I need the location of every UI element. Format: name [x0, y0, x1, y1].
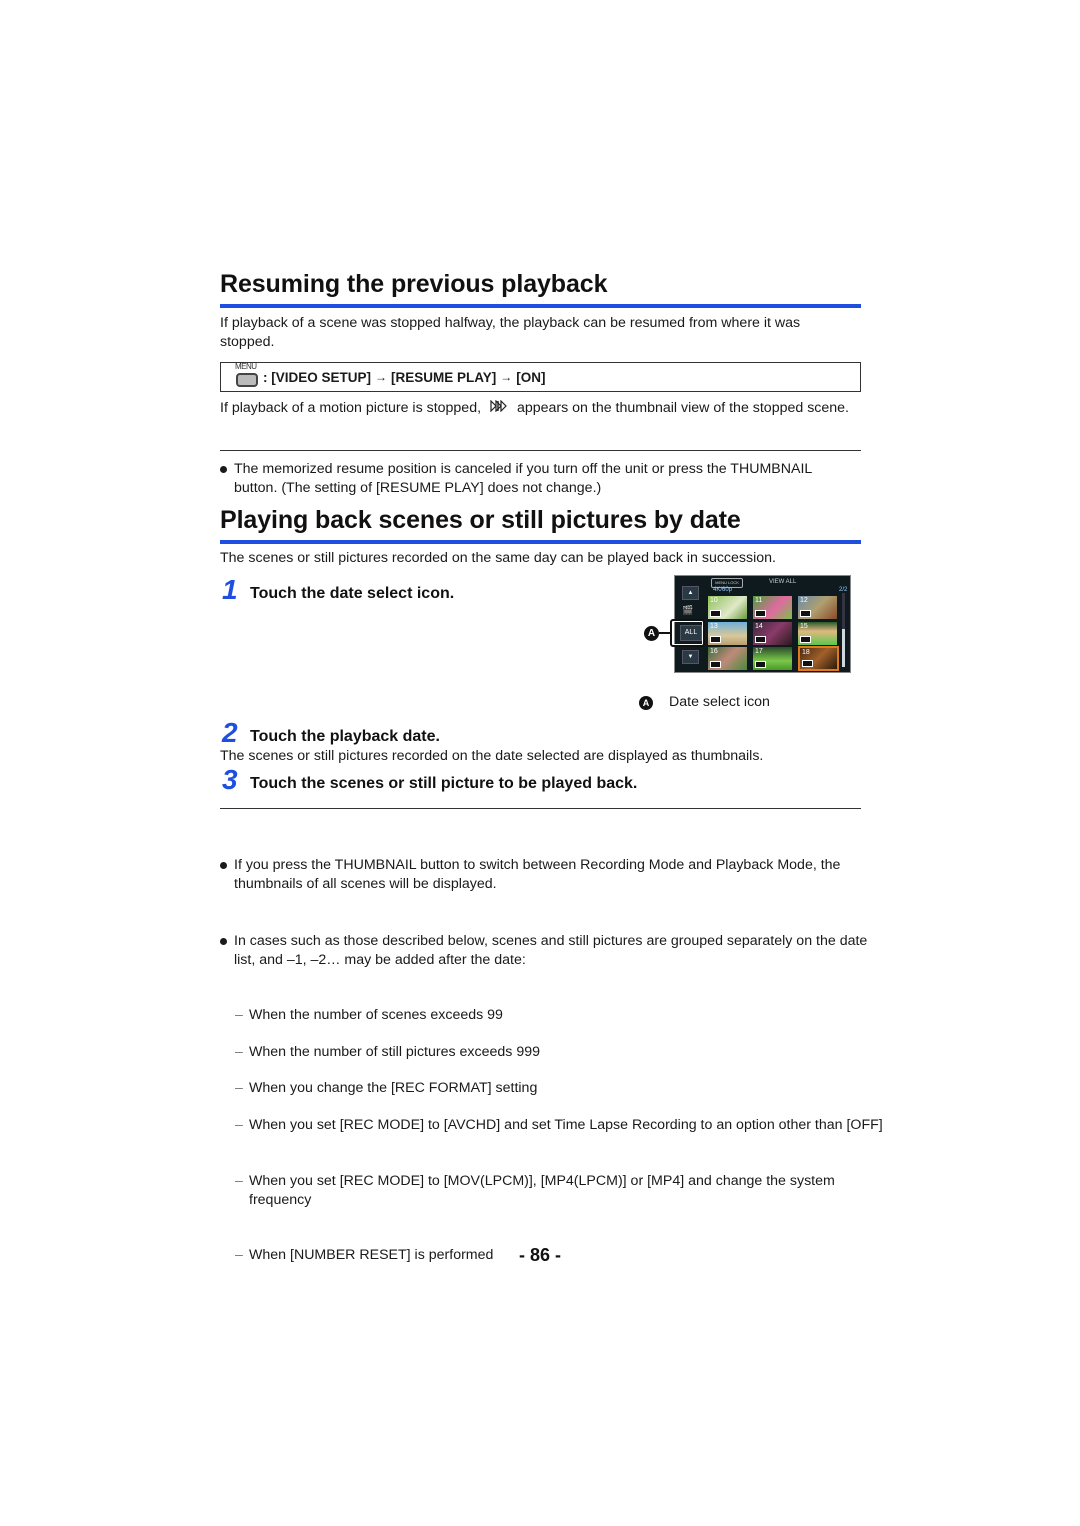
- scroll-down-button[interactable]: ▼: [682, 650, 699, 664]
- dash-item: – When you set [REC MODE] to [MOV(LPCM)]…: [235, 1173, 835, 1208]
- bullet-icon: [220, 862, 227, 869]
- thumbnail[interactable]: 12: [798, 596, 837, 619]
- step-2-text: Touch the playback date.: [250, 728, 440, 745]
- step-2: 2: [222, 717, 238, 748]
- arrow-icon: →: [500, 370, 513, 384]
- dash-item: – When you set [REC MODE] to [AVCHD] and…: [235, 1116, 883, 1133]
- title-underline: [220, 540, 861, 544]
- section-title-resume: Resuming the previous playback: [220, 270, 608, 298]
- divider: [220, 450, 861, 451]
- thumbnail[interactable]: 11: [753, 596, 792, 619]
- callout-line: [659, 632, 671, 634]
- thumbnail-selected[interactable]: 18: [798, 646, 839, 671]
- callout-highlight: [670, 619, 705, 647]
- page-number: - 86 -: [518, 1245, 561, 1265]
- format-label: 4K/60p: [713, 587, 733, 593]
- dash-item: – When you change the [REC FORMAT] setti…: [235, 1080, 538, 1096]
- thumbnail[interactable]: 10: [708, 596, 747, 619]
- thumbnail[interactable]: 17: [753, 647, 792, 670]
- thumbnail[interactable]: 13: [708, 622, 747, 645]
- scene-type-icon[interactable]: 🎬: [682, 605, 699, 619]
- thumbnail[interactable]: 15: [798, 622, 837, 645]
- dash-item: – When the number of still pictures exce…: [235, 1043, 540, 1060]
- arrow-icon: →: [375, 370, 388, 384]
- bullet-icon: [220, 466, 227, 473]
- step-3: 3: [222, 764, 238, 795]
- step-1-text: Touch the date select icon.: [250, 585, 455, 602]
- view-all-label: VIEW ALL: [769, 579, 797, 585]
- menu-item-video-setup: [VIDEO SETUP]: [271, 369, 372, 385]
- bullet-item: If you press the THUMBNAIL button to swi…: [220, 856, 874, 894]
- bullet-item: The memorized resume position is cancele…: [220, 460, 859, 498]
- thumbnail[interactable]: 16: [708, 647, 747, 670]
- step-3-text: Touch the scenes or still picture to be …: [250, 775, 638, 792]
- menu-button-icon: MENU: [233, 362, 261, 390]
- resume-intro: If playback of a scene was stopped halfw…: [220, 315, 801, 350]
- callout-a-icon: A: [644, 626, 659, 641]
- step-1: 1: [222, 574, 238, 605]
- callout-caption: Date select icon: [669, 694, 770, 710]
- divider: [220, 808, 861, 809]
- menu-item-on: [ON]: [516, 369, 546, 385]
- resume-play-icon: [485, 399, 513, 418]
- dash-item: – When the number of scenes exceeds 99: [235, 1007, 503, 1023]
- bullet-item: In cases such as those described below, …: [220, 932, 874, 970]
- title-underline: [220, 304, 861, 308]
- bullet-icon: [220, 938, 227, 945]
- step-2-description: The scenes or still pictures recorded on…: [220, 748, 764, 764]
- by-date-intro: The scenes or still pictures recorded on…: [220, 550, 776, 566]
- section-title-by-date: Playing back scenes or still pictures by…: [220, 506, 741, 534]
- menu-item-resume-play: [RESUME PLAY]: [391, 369, 497, 385]
- resume-note: If playback of a motion picture is stopp…: [220, 399, 850, 418]
- scrollbar[interactable]: [842, 593, 845, 667]
- menu-path-box: MENU : [VIDEO SETUP] → [RESUME PLAY] → […: [220, 362, 861, 392]
- thumbnail[interactable]: 14: [753, 622, 792, 645]
- scroll-up-button[interactable]: ▲: [682, 586, 699, 600]
- callout-a-icon: A: [639, 696, 653, 710]
